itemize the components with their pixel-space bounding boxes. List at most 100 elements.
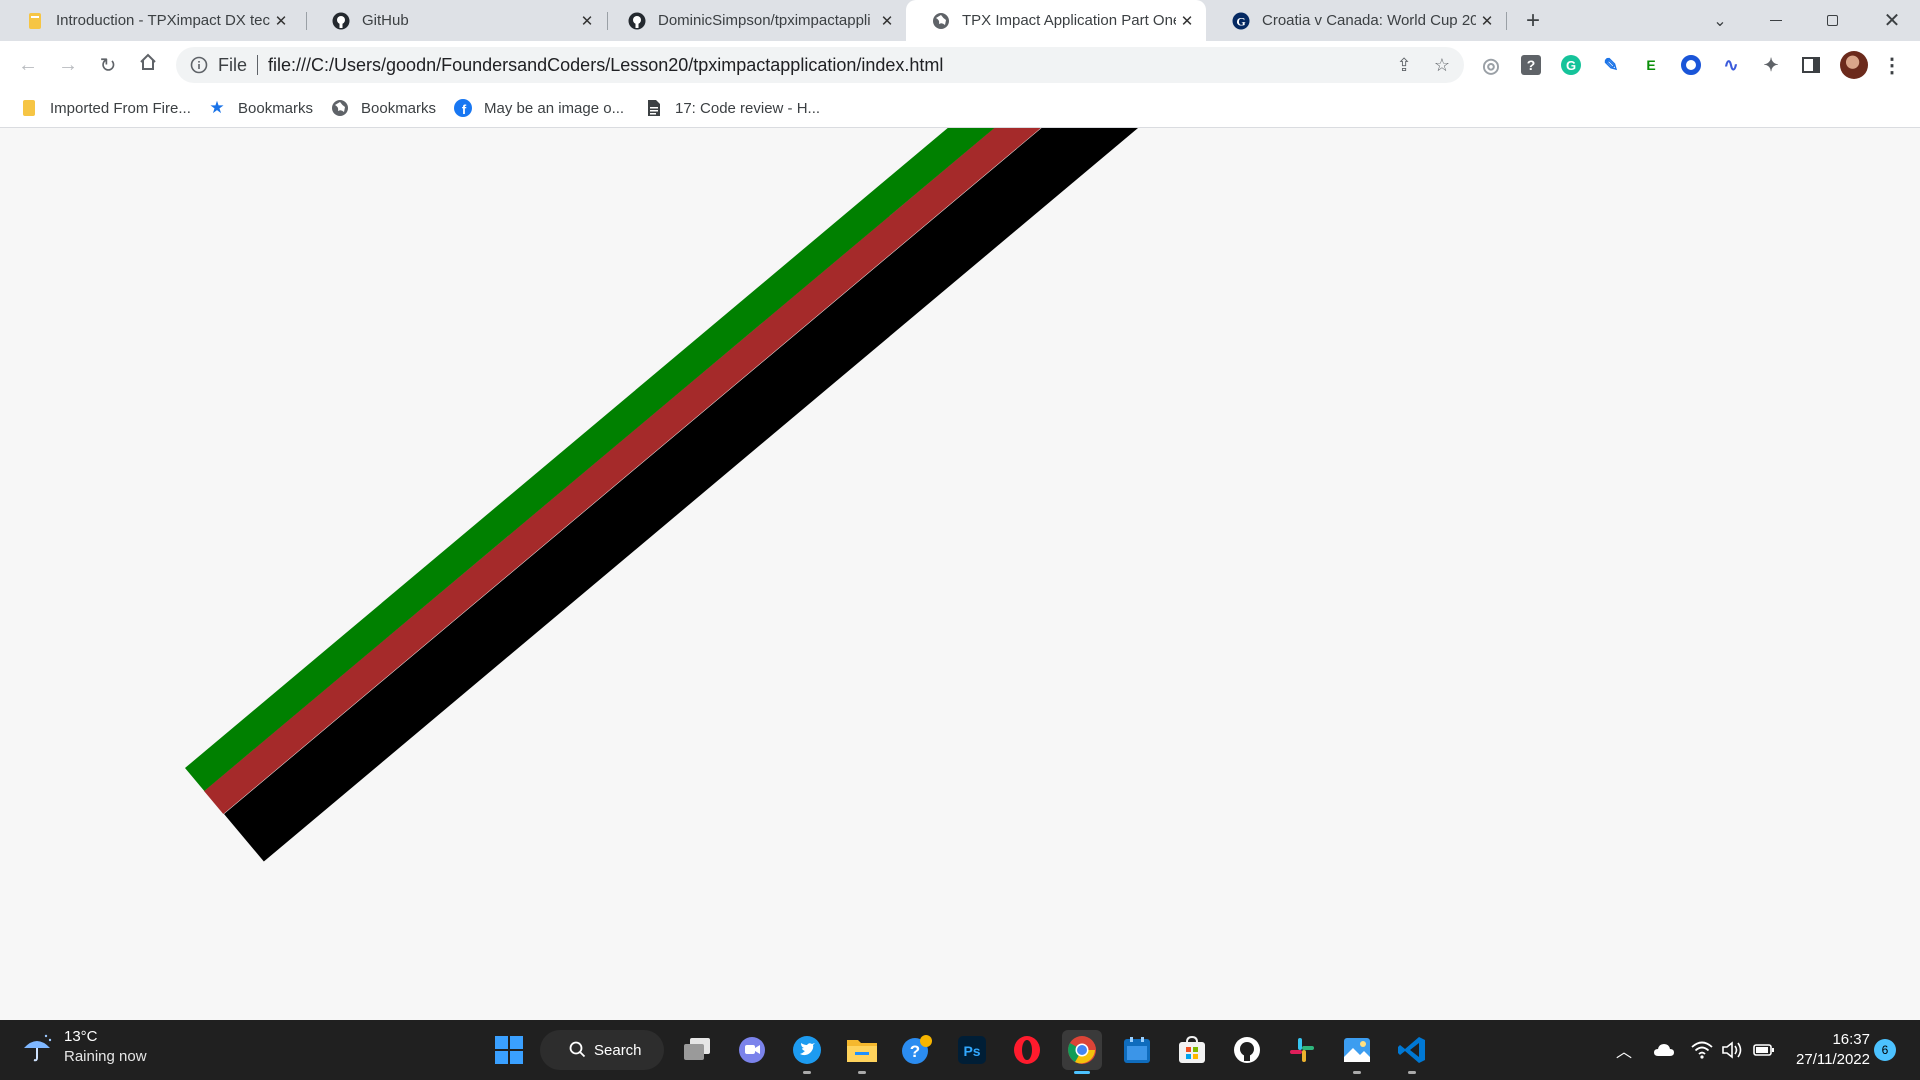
document-icon [645, 99, 663, 117]
slack-icon [1290, 1038, 1314, 1062]
notification-badge[interactable]: 6 [1874, 1039, 1896, 1061]
search-icon [569, 1041, 586, 1062]
calendar-button[interactable] [1117, 1030, 1157, 1070]
bookmark-facebook[interactable]: f May be an image o... [454, 97, 624, 119]
photoshop-button[interactable]: Ps [952, 1030, 992, 1070]
tab-strip: Introduction - TPXimpact DX tech ✕ GitHu… [0, 0, 1920, 41]
chevron-down-icon: ⌄ [1713, 12, 1727, 30]
minimize-button[interactable] [1748, 0, 1804, 41]
puzzle-extension-icon[interactable]: ✦ [1759, 53, 1783, 77]
running-indicator [1353, 1071, 1361, 1074]
evernote-extension-icon[interactable]: E [1639, 53, 1663, 77]
running-indicator [803, 1071, 811, 1074]
tab-label: Croatia v Canada: World Cup 202 [1262, 12, 1476, 29]
tab-label: Introduction - TPXimpact DX tech [56, 12, 270, 29]
wave-extension-icon[interactable]: ∿ [1719, 53, 1743, 77]
bookmarks-bar: Imported From Fire... ★ Bookmarks Bookma… [0, 89, 1920, 128]
microsoft-store-button[interactable] [1172, 1030, 1212, 1070]
home-button[interactable] [132, 49, 164, 81]
close-window-button[interactable]: ✕ [1864, 0, 1920, 41]
close-icon[interactable]: ✕ [576, 10, 598, 32]
share-icon[interactable]: ⇪ [1392, 53, 1416, 77]
windows-taskbar: 13°C Raining now Search ? Ps ︿ 16:37 27/… [0, 1020, 1920, 1080]
help-icon: ? [902, 1035, 932, 1064]
running-indicator [1408, 1071, 1416, 1074]
bookmark-label: Imported From Fire... [50, 99, 191, 117]
bookmark-bookmarks-globe[interactable]: Bookmarks [331, 97, 436, 119]
close-icon[interactable]: ✕ [876, 10, 898, 32]
get-help-button[interactable]: ? [897, 1030, 937, 1070]
task-view-button[interactable] [677, 1030, 717, 1070]
address-bar[interactable]: File file:///C:/Users/goodn/FoundersandC… [176, 47, 1464, 83]
tab-repo[interactable]: DominicSimpson/tpximpactappli ✕ [602, 0, 906, 41]
github-desktop-button[interactable] [1227, 1030, 1267, 1070]
address-separator [257, 55, 259, 75]
star-icon[interactable]: ☆ [1430, 53, 1454, 77]
slack-button[interactable] [1282, 1030, 1322, 1070]
reload-button[interactable]: ↻ [92, 49, 124, 81]
opera-icon [1014, 1036, 1040, 1064]
close-icon[interactable]: ✕ [270, 10, 292, 32]
wifi-icon[interactable] [1690, 1038, 1714, 1062]
folder-favicon-icon [26, 12, 44, 30]
tab-search-button[interactable]: ⌄ [1692, 0, 1748, 41]
calendar-icon [1124, 1037, 1150, 1063]
volume-icon[interactable] [1721, 1038, 1745, 1062]
github-icon [332, 12, 350, 30]
opera-button[interactable] [1007, 1030, 1047, 1070]
bookmark-code-review[interactable]: 17: Code review - H... [645, 97, 820, 119]
clock-date: 27/11/2022 [1796, 1051, 1870, 1068]
headphones-extension-icon[interactable]: ◎ [1479, 53, 1503, 77]
avatar[interactable] [1840, 51, 1868, 79]
twitter-app-button[interactable] [787, 1030, 827, 1074]
home-icon [139, 53, 157, 77]
arrow-right-icon: → [58, 53, 78, 76]
weather-widget[interactable]: 13°C Raining now [20, 1028, 147, 1065]
grammarly-extension-icon[interactable]: G [1559, 53, 1583, 77]
github-icon [628, 12, 646, 30]
restore-button[interactable] [1804, 0, 1860, 41]
info-icon[interactable] [188, 54, 210, 76]
circle-extension-icon[interactable] [1679, 53, 1703, 77]
bookmark-bookmarks-star[interactable]: ★ Bookmarks [208, 97, 313, 119]
bookmark-label: 17: Code review - H... [675, 99, 821, 117]
tab-github[interactable]: GitHub ✕ [306, 0, 606, 41]
tab-label: GitHub [362, 12, 409, 29]
taskbar-clock[interactable]: 16:37 27/11/2022 [1790, 1030, 1870, 1070]
globe-icon [932, 12, 950, 30]
minimize-icon [1770, 20, 1782, 21]
svg-text:?: ? [910, 1042, 920, 1061]
bookmark-label: Bookmarks [361, 99, 437, 117]
tab-croatia-canada[interactable]: G Croatia v Canada: World Cup 202 ✕ [1206, 0, 1506, 41]
side-panel-icon[interactable] [1799, 53, 1823, 77]
new-tab-button[interactable]: + [1520, 7, 1546, 34]
chat-icon [739, 1037, 765, 1063]
tab-separator [1506, 12, 1507, 30]
vscode-button[interactable] [1392, 1030, 1432, 1074]
url-text[interactable]: file:///C:/Users/goodn/FoundersandCoders… [268, 55, 943, 76]
paint-app-button[interactable] [1337, 1030, 1377, 1074]
close-icon: ✕ [1883, 10, 1901, 32]
file-explorer-button[interactable] [842, 1030, 882, 1074]
onedrive-icon[interactable] [1652, 1038, 1676, 1062]
close-icon[interactable]: ✕ [1476, 10, 1498, 32]
chrome-button[interactable] [1062, 1030, 1102, 1074]
bookmark-imported-folder[interactable]: Imported From Fire... [20, 97, 191, 119]
browser-toolbar: ← → ↻ File file:///C:/Users/goodn/Founde… [0, 41, 1920, 89]
tab-introduction[interactable]: Introduction - TPXimpact DX tech ✕ [0, 0, 300, 41]
battery-icon[interactable] [1752, 1038, 1776, 1062]
show-hidden-icons-button[interactable]: ︿ [1612, 1038, 1636, 1062]
back-button[interactable]: ← [12, 49, 44, 81]
start-button[interactable] [489, 1030, 529, 1070]
close-icon[interactable]: ✕ [1176, 10, 1198, 32]
feather-extension-icon[interactable]: ✎ [1599, 53, 1623, 77]
forward-button[interactable]: → [52, 49, 84, 81]
chevron-up-icon: ︿ [1615, 1044, 1632, 1061]
tab-tpx-application[interactable]: TPX Impact Application Part One ✕ [906, 0, 1206, 41]
teams-chat-button[interactable] [732, 1030, 772, 1070]
more-menu-icon[interactable]: ⋮ [1880, 53, 1904, 77]
taskbar-search[interactable]: Search [540, 1030, 664, 1070]
folder-icon [847, 1040, 877, 1062]
star-icon: ★ [209, 98, 225, 117]
help-extension-icon[interactable]: ? [1519, 53, 1543, 77]
